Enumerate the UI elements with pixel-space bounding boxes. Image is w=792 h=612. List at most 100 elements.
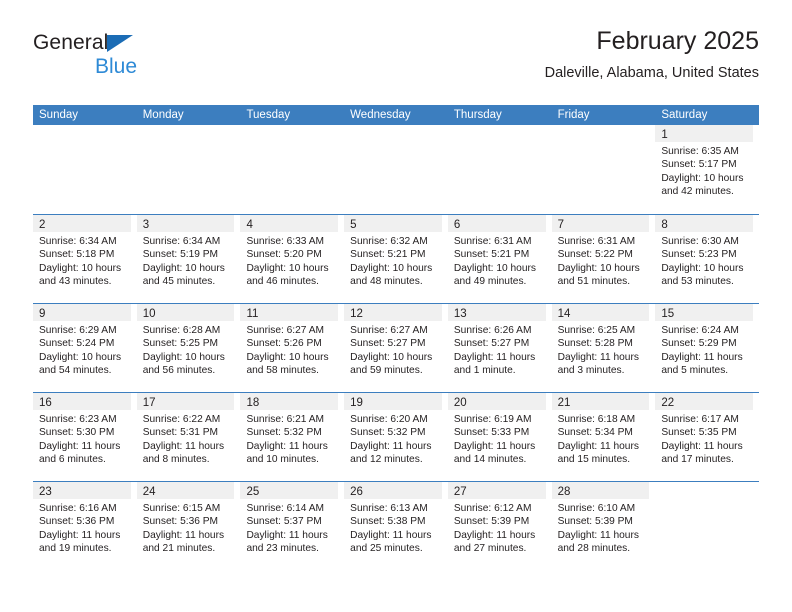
day-info-line: and 49 minutes.: [453, 276, 527, 288]
day-info-line: and 46 minutes.: [246, 276, 319, 288]
day-number-band: 8: [655, 215, 754, 232]
day-info-line: Daylight: 10 hours: [661, 172, 744, 184]
calendar-day-cell[interactable]: 8 Sunrise: 6:30 AM Sunset: 5:23 PM Daylight…: [655, 215, 759, 303]
day-info-line: and 12 minutes.: [350, 454, 423, 466]
day-info-line: and 15 minutes.: [557, 454, 631, 466]
day-info-line: Sunset: 5:30 PM: [39, 427, 115, 439]
brand-name-blue: Blue: [95, 55, 138, 78]
day-info-line: Daylight: 11 hours: [661, 440, 743, 452]
day-number: 26: [350, 486, 363, 498]
day-sun-info: Sunrise: 6:19 AM Sunset: 5:33 PM Daylight:…: [448, 410, 546, 467]
day-info-line: Sunset: 5:38 PM: [350, 516, 426, 528]
day-info-line: Sunset: 5:36 PM: [39, 516, 115, 528]
day-info-line: Sunset: 5:28 PM: [557, 338, 633, 350]
day-info-line: Sunrise: 6:17 AM: [661, 414, 739, 425]
calendar-day-cell[interactable]: 2 Sunrise: 6:34 AM Sunset: 5:18 PM Daylight…: [33, 215, 137, 303]
calendar-day-cell[interactable]: 5 Sunrise: 6:32 AM Sunset: 5:21 PM Daylight…: [344, 215, 448, 303]
day-number-band: [655, 482, 753, 499]
day-number: 10: [142, 308, 156, 320]
calendar-day-cell[interactable]: 17 Sunrise: 6:22 AM Sunset: 5:31 PM Dayligh…: [136, 393, 241, 481]
calendar-day-cell[interactable]: 20 Sunrise: 6:19 AM Sunset: 5:33 PM Dayligh…: [447, 393, 552, 481]
day-number: 18: [246, 397, 260, 409]
day-sun-info: Sunrise: 6:24 AM Sunset: 5:29 PM Daylight:…: [655, 321, 753, 378]
day-info-line: Sunrise: 6:35 AM: [661, 146, 739, 157]
day-info-line: and 42 minutes.: [661, 186, 734, 198]
day-sun-info: Sunrise: 6:26 AM Sunset: 5:27 PM Daylight:…: [448, 321, 546, 378]
calendar-grid: Sunday Monday Tuesday Wednesday Thursday Frid…: [33, 105, 759, 570]
day-info-line: Sunrise: 6:22 AM: [142, 414, 221, 425]
calendar-day-cell[interactable]: 3 Sunrise: 6:34 AM Sunset: 5:19 PM Daylight…: [136, 215, 241, 303]
day-info-line: Sunrise: 6:24 AM: [661, 325, 739, 336]
calendar-day-cell[interactable]: 16 Sunrise: 6:23 AM Sunset: 5:30 PM Dayligh…: [33, 393, 137, 481]
day-info-line: and 3 minutes.: [557, 365, 625, 377]
calendar-day-cell[interactable]: 9 Sunrise: 6:29 AM Sunset: 5:24 PM Daylight…: [33, 304, 137, 392]
day-sun-info: [655, 499, 753, 502]
triangle-icon: [107, 35, 134, 52]
day-info-line: Daylight: 10 hours: [661, 262, 744, 274]
day-number-band: [552, 125, 650, 142]
weekday-header-monday: Monday: [142, 109, 184, 121]
day-number: 21: [557, 397, 571, 409]
day-info-line: Daylight: 10 hours: [350, 262, 433, 274]
day-info-line: and 25 minutes.: [350, 543, 423, 555]
day-number-band: [33, 125, 131, 142]
day-info-line: Sunrise: 6:20 AM: [350, 414, 428, 425]
day-sun-info: Sunrise: 6:16 AM Sunset: 5:36 PM Daylight:…: [33, 499, 131, 556]
calendar-day-cell-empty: [552, 125, 656, 214]
day-info-line: and 23 minutes.: [246, 543, 319, 555]
day-info-line: Sunrise: 6:15 AM: [142, 503, 221, 514]
calendar-day-cell[interactable]: 15 Sunrise: 6:24 AM Sunset: 5:29 PM Dayligh…: [655, 304, 759, 392]
day-sun-info: Sunrise: 6:35 AM Sunset: 5:17 PM Daylight:…: [655, 142, 753, 199]
day-info-line: Sunset: 5:31 PM: [142, 427, 219, 439]
day-sun-info: Sunrise: 6:25 AM Sunset: 5:28 PM Daylight:…: [552, 321, 650, 378]
calendar-day-cell[interactable]: 27 Sunrise: 6:12 AM Sunset: 5:39 PM Dayligh…: [447, 482, 552, 570]
day-number: 2: [39, 219, 46, 231]
day-info-line: Sunset: 5:39 PM: [453, 516, 530, 528]
day-number: 23: [39, 486, 52, 498]
day-number: 6: [453, 219, 461, 231]
day-info-line: Daylight: 11 hours: [246, 440, 328, 452]
day-info-line: Sunset: 5:18 PM: [39, 249, 115, 261]
calendar-week-row: 16 Sunrise: 6:23 AM Sunset: 5:30 PM Dayligh…: [33, 392, 759, 481]
day-sun-info: Sunrise: 6:17 AM Sunset: 5:35 PM Daylight:…: [655, 410, 753, 467]
calendar-day-cell[interactable]: 22 Sunrise: 6:17 AM Sunset: 5:35 PM Dayligh…: [655, 393, 759, 481]
calendar-day-cell[interactable]: 7 Sunrise: 6:31 AM Sunset: 5:22 PM Daylight…: [551, 215, 656, 303]
calendar-day-cell[interactable]: 28 Sunrise: 6:10 AM Sunset: 5:39 PM Dayligh…: [551, 482, 656, 570]
day-info-line: and 54 minutes.: [39, 365, 112, 377]
day-info-line: Sunrise: 6:26 AM: [453, 325, 532, 336]
day-info-line: Sunrise: 6:31 AM: [453, 236, 532, 247]
calendar-day-cell[interactable]: 13 Sunrise: 6:26 AM Sunset: 5:27 PM Dayligh…: [447, 304, 552, 392]
day-sun-info: [240, 142, 338, 145]
calendar-day-cell[interactable]: 18 Sunrise: 6:21 AM Sunset: 5:32 PM Dayligh…: [240, 393, 344, 481]
day-sun-info: Sunrise: 6:20 AM Sunset: 5:32 PM Daylight:…: [344, 410, 442, 467]
day-sun-info: Sunrise: 6:31 AM Sunset: 5:21 PM Daylight:…: [448, 232, 546, 289]
calendar-day-cell[interactable]: 11 Sunrise: 6:27 AM Sunset: 5:26 PM Dayligh…: [240, 304, 344, 392]
calendar-day-cell[interactable]: 6 Sunrise: 6:31 AM Sunset: 5:21 PM Daylight…: [447, 215, 552, 303]
day-sun-info: Sunrise: 6:31 AM Sunset: 5:22 PM Daylight:…: [552, 232, 650, 289]
calendar-day-cell[interactable]: 24 Sunrise: 6:15 AM Sunset: 5:36 PM Dayligh…: [136, 482, 241, 570]
day-info-line: Sunrise: 6:14 AM: [246, 503, 325, 514]
day-number: 12: [350, 308, 363, 320]
calendar-day-cell[interactable]: 19 Sunrise: 6:20 AM Sunset: 5:32 PM Dayligh…: [344, 393, 448, 481]
brand-logo[interactable]: General Blue: [33, 32, 233, 88]
day-number: 28: [557, 486, 571, 498]
day-number-band: [448, 125, 546, 142]
day-number-band: 4: [240, 215, 339, 232]
calendar-day-cell[interactable]: 4 Sunrise: 6:33 AM Sunset: 5:20 PM Daylight…: [240, 215, 344, 303]
calendar-day-cell[interactable]: 12 Sunrise: 6:27 AM Sunset: 5:27 PM Dayligh…: [344, 304, 448, 392]
day-sun-info: Sunrise: 6:15 AM Sunset: 5:36 PM Daylight:…: [137, 499, 235, 556]
calendar-day-cell[interactable]: 14 Sunrise: 6:25 AM Sunset: 5:28 PM Dayligh…: [551, 304, 656, 392]
calendar-day-cell[interactable]: 26 Sunrise: 6:13 AM Sunset: 5:38 PM Dayligh…: [344, 482, 448, 570]
calendar-day-cell[interactable]: 25 Sunrise: 6:14 AM Sunset: 5:37 PM Dayligh…: [240, 482, 344, 570]
day-number-band: 24: [136, 482, 235, 499]
calendar-day-cell[interactable]: 10 Sunrise: 6:28 AM Sunset: 5:25 PM Dayligh…: [136, 304, 241, 392]
calendar-day-cell[interactable]: 21 Sunrise: 6:18 AM Sunset: 5:34 PM Dayligh…: [551, 393, 656, 481]
day-info-line: Daylight: 11 hours: [453, 440, 536, 452]
day-number: 4: [246, 219, 253, 231]
day-sun-info: Sunrise: 6:14 AM Sunset: 5:37 PM Daylight:…: [240, 499, 338, 556]
day-sun-info: [33, 142, 131, 145]
day-number: 22: [661, 397, 675, 409]
calendar-day-cell[interactable]: 1 Sunrise: 6:35 AM Sunset: 5:17 PM Daylight…: [655, 125, 759, 214]
calendar-day-cell[interactable]: 23 Sunrise: 6:16 AM Sunset: 5:36 PM Dayligh…: [33, 482, 137, 570]
day-number-band: [137, 125, 235, 142]
